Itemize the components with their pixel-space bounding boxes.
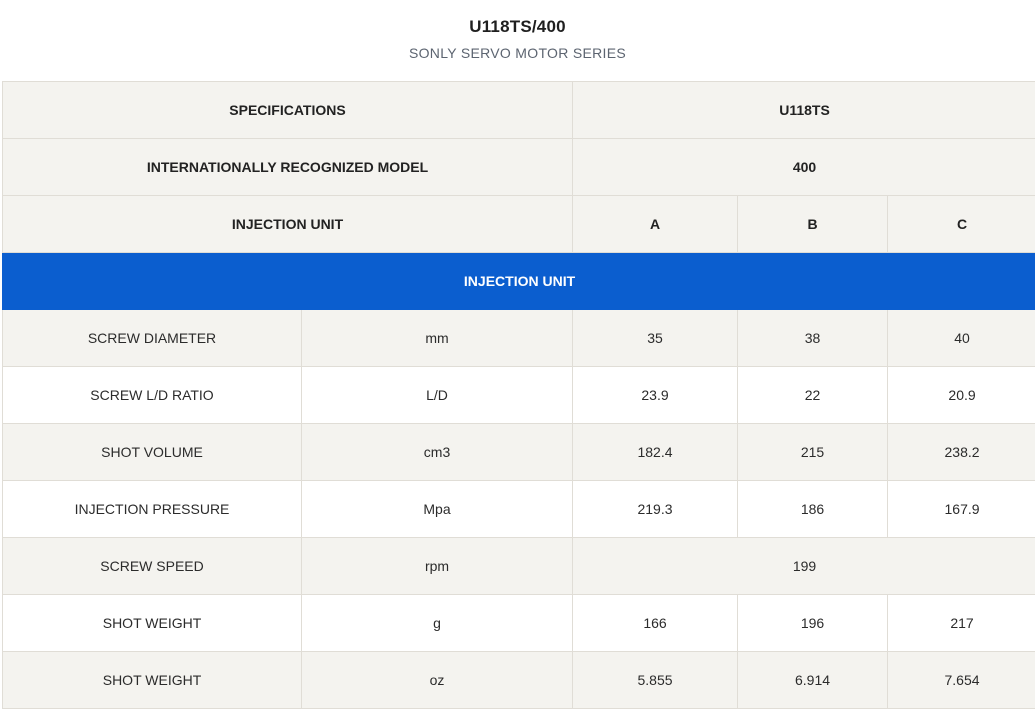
page-subtitle: SONLY SERVO MOTOR SERIES xyxy=(0,45,1035,61)
row-name: SHOT WEIGHT xyxy=(3,595,302,652)
section-header-row: INJECTION UNIT xyxy=(3,253,1035,310)
row-name: SCREW SPEED xyxy=(3,538,302,595)
row-name: INJECTION PRESSURE xyxy=(3,481,302,538)
row-value-merged: 199 xyxy=(573,538,1035,595)
table-row: SHOT WEIGHT g 166 196 217 xyxy=(3,595,1035,652)
table-row-injection-unit-header: INJECTION UNIT A B C xyxy=(3,196,1035,253)
table-row: SHOT VOLUME cm3 182.4 215 238.2 xyxy=(3,424,1035,481)
row-value-a: 182.4 xyxy=(573,424,738,481)
spec-table: SPECIFICATIONS U118TS INTERNATIONALLY RE… xyxy=(2,81,1035,709)
row-value-a: 166 xyxy=(573,595,738,652)
section-title: INJECTION UNIT xyxy=(3,253,1035,310)
row-value-c: 40 xyxy=(888,310,1035,367)
unit-a-header: A xyxy=(573,196,738,253)
row-value-c: 217 xyxy=(888,595,1035,652)
row-unit: rpm xyxy=(302,538,573,595)
row-value-c: 7.654 xyxy=(888,652,1035,709)
table-row: SHOT WEIGHT oz 5.855 6.914 7.654 xyxy=(3,652,1035,709)
model-label-cell: INTERNATIONALLY RECOGNIZED MODEL xyxy=(3,139,573,196)
row-name: SHOT WEIGHT xyxy=(3,652,302,709)
table-row: SCREW DIAMETER mm 35 38 40 xyxy=(3,310,1035,367)
table-row-model: INTERNATIONALLY RECOGNIZED MODEL 400 xyxy=(3,139,1035,196)
row-name: SCREW DIAMETER xyxy=(3,310,302,367)
row-unit: oz xyxy=(302,652,573,709)
row-value-a: 35 xyxy=(573,310,738,367)
row-value-a: 5.855 xyxy=(573,652,738,709)
table-row: INJECTION PRESSURE Mpa 219.3 186 167.9 xyxy=(3,481,1035,538)
model-value-cell: 400 xyxy=(573,139,1035,196)
row-value-b: 6.914 xyxy=(738,652,888,709)
table-row-specifications: SPECIFICATIONS U118TS xyxy=(3,82,1035,139)
row-name: SHOT VOLUME xyxy=(3,424,302,481)
row-unit: Mpa xyxy=(302,481,573,538)
row-value-b: 22 xyxy=(738,367,888,424)
row-value-a: 23.9 xyxy=(573,367,738,424)
row-value-b: 38 xyxy=(738,310,888,367)
row-unit: g xyxy=(302,595,573,652)
row-unit: L/D xyxy=(302,367,573,424)
row-unit: mm xyxy=(302,310,573,367)
row-value-c: 20.9 xyxy=(888,367,1035,424)
unit-b-header: B xyxy=(738,196,888,253)
unit-label-cell: INJECTION UNIT xyxy=(3,196,573,253)
page-header: U118TS/400 SONLY SERVO MOTOR SERIES xyxy=(0,0,1035,81)
row-value-a: 219.3 xyxy=(573,481,738,538)
unit-c-header: C xyxy=(888,196,1035,253)
row-value-c: 167.9 xyxy=(888,481,1035,538)
row-value-b: 196 xyxy=(738,595,888,652)
row-value-b: 215 xyxy=(738,424,888,481)
row-name: SCREW L/D RATIO xyxy=(3,367,302,424)
spec-label-cell: SPECIFICATIONS xyxy=(3,82,573,139)
row-value-b: 186 xyxy=(738,481,888,538)
spec-value-cell: U118TS xyxy=(573,82,1035,139)
row-unit: cm3 xyxy=(302,424,573,481)
table-row: SCREW SPEED rpm 199 xyxy=(3,538,1035,595)
page-title: U118TS/400 xyxy=(0,17,1035,37)
table-row: SCREW L/D RATIO L/D 23.9 22 20.9 xyxy=(3,367,1035,424)
row-value-c: 238.2 xyxy=(888,424,1035,481)
